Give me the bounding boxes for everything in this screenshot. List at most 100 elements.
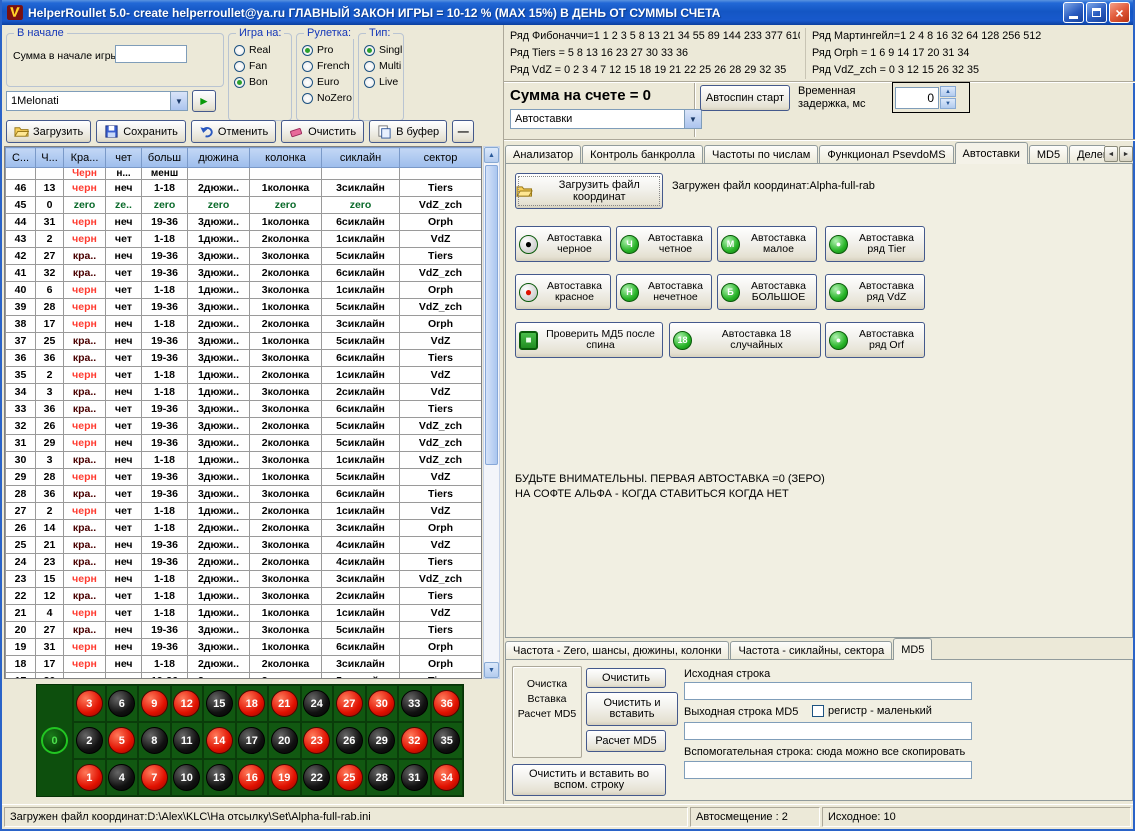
board-number-19[interactable]: 19 bbox=[271, 764, 298, 791]
lowercase-checkbox[interactable] bbox=[812, 705, 824, 717]
helper-string-input[interactable] bbox=[684, 761, 972, 779]
board-number-18[interactable]: 18 bbox=[238, 690, 265, 717]
board-number-7[interactable]: 7 bbox=[141, 764, 168, 791]
autobet-even-button[interactable]: Ч Автоставка четное bbox=[616, 226, 712, 262]
board-number-21[interactable]: 21 bbox=[271, 690, 298, 717]
column-header[interactable]: Кра... bbox=[64, 148, 106, 168]
tab-freq-zero-chances[interactable]: Частота - Zero, шансы, дюжины, колонки bbox=[505, 641, 729, 660]
board-number-20[interactable]: 20 bbox=[271, 727, 298, 754]
tab-md5[interactable]: MD5 bbox=[1029, 145, 1068, 164]
md5-clear-paste-helper-button[interactable]: Очистить и вставить во вспом. строку bbox=[512, 764, 666, 796]
autobet-tier-row-button[interactable]: ● Автоставка ряд Tier bbox=[825, 226, 925, 262]
board-number-17[interactable]: 17 bbox=[238, 727, 265, 754]
table-scrollbar[interactable]: ▲ ▼ bbox=[483, 146, 500, 679]
minimize-button[interactable] bbox=[1063, 2, 1084, 23]
board-number-13[interactable]: 13 bbox=[206, 764, 233, 791]
md5-calc-button[interactable]: Расчет MD5 bbox=[586, 730, 666, 752]
column-header[interactable]: чет bbox=[106, 148, 142, 168]
delay-value[interactable]: 0 bbox=[895, 87, 939, 109]
board-number-8[interactable]: 8 bbox=[141, 727, 168, 754]
tab-psevdoms[interactable]: Функционал PsevdoMS bbox=[819, 145, 953, 164]
table-kind-option[interactable]: Live bbox=[364, 76, 398, 88]
undo-button[interactable]: Отменить bbox=[191, 120, 276, 143]
copy-to-buffer-button[interactable]: В буфер bbox=[369, 120, 447, 143]
board-number-9[interactable]: 9 bbox=[141, 690, 168, 717]
tab-bankroll-control[interactable]: Контроль банкролла bbox=[582, 145, 703, 164]
board-number-14[interactable]: 14 bbox=[206, 727, 233, 754]
roulette-type-option[interactable]: Euro bbox=[302, 76, 348, 88]
strategy-combo[interactable]: 1Melonati ▼ bbox=[6, 91, 188, 111]
output-string-input[interactable] bbox=[684, 722, 972, 740]
save-button[interactable]: Сохранить bbox=[96, 120, 186, 143]
autobet-red-button[interactable]: ● Автоставка красное bbox=[515, 274, 611, 310]
start-sum-input[interactable] bbox=[115, 45, 187, 63]
board-number-24[interactable]: 24 bbox=[303, 690, 330, 717]
column-header[interactable]: колонка bbox=[250, 148, 322, 168]
tab-autobets[interactable]: Автоставки bbox=[955, 142, 1028, 164]
play-button[interactable]: ► bbox=[192, 90, 216, 112]
autobet-vdz-row-button[interactable]: ● Автоставка ряд VdZ bbox=[825, 274, 925, 310]
maximize-button[interactable] bbox=[1086, 2, 1107, 23]
autobet-big-button[interactable]: Б Автоставка БОЛЬШОЕ bbox=[717, 274, 817, 310]
md5-clear-button[interactable]: Очистить bbox=[586, 668, 666, 688]
chevron-down-icon[interactable]: ▼ bbox=[170, 92, 187, 110]
tab-scroll-left-icon[interactable]: ◄ bbox=[1104, 146, 1118, 162]
board-number-5[interactable]: 5 bbox=[108, 727, 135, 754]
tab-analizator[interactable]: Анализатор bbox=[505, 145, 581, 164]
board-number-36[interactable]: 36 bbox=[433, 690, 460, 717]
source-string-input[interactable] bbox=[684, 682, 972, 700]
spinner-up-icon[interactable]: ▲ bbox=[940, 86, 956, 97]
board-number-25[interactable]: 25 bbox=[336, 764, 363, 791]
tab-md5-bottom[interactable]: MD5 bbox=[893, 638, 932, 660]
board-number-22[interactable]: 22 bbox=[303, 764, 330, 791]
autobets-combo[interactable]: Автоставки ▼ bbox=[510, 109, 702, 129]
board-number-33[interactable]: 33 bbox=[401, 690, 428, 717]
tab-freq-sixlines-sectors[interactable]: Частота - сиклайны, сектора bbox=[730, 641, 892, 660]
column-header[interactable]: С... bbox=[6, 148, 36, 168]
board-number-35[interactable]: 35 bbox=[433, 727, 460, 754]
board-number-0[interactable]: 0 bbox=[41, 727, 68, 754]
board-number-11[interactable]: 11 bbox=[173, 727, 200, 754]
close-button[interactable]: × bbox=[1109, 2, 1130, 23]
board-number-1[interactable]: 1 bbox=[76, 764, 103, 791]
table-kind-option[interactable]: Multi bbox=[364, 60, 398, 72]
spinner-down-icon[interactable]: ▼ bbox=[940, 98, 956, 109]
board-number-27[interactable]: 27 bbox=[336, 690, 363, 717]
game-mode-option[interactable]: Real bbox=[234, 44, 286, 56]
board-number-15[interactable]: 15 bbox=[206, 690, 233, 717]
column-header[interactable]: дюжина bbox=[188, 148, 250, 168]
board-number-30[interactable]: 30 bbox=[368, 690, 395, 717]
board-number-4[interactable]: 4 bbox=[108, 764, 135, 791]
board-number-16[interactable]: 16 bbox=[238, 764, 265, 791]
board-number-23[interactable]: 23 bbox=[303, 727, 330, 754]
autospin-start-button[interactable]: Автоспин старт bbox=[700, 85, 790, 111]
tab-scroll-right-icon[interactable]: ► bbox=[1119, 146, 1133, 162]
board-number-34[interactable]: 34 bbox=[433, 764, 460, 791]
board-number-12[interactable]: 12 bbox=[173, 690, 200, 717]
tab-number-frequencies[interactable]: Частоты по числам bbox=[704, 145, 818, 164]
autobet-odd-button[interactable]: Н Автоставка нечетное bbox=[616, 274, 712, 310]
board-number-26[interactable]: 26 bbox=[336, 727, 363, 754]
roulette-type-option[interactable]: French bbox=[302, 60, 348, 72]
game-mode-option[interactable]: Fan bbox=[234, 60, 286, 72]
autobet-black-button[interactable]: ● Автоставка черное bbox=[515, 226, 611, 262]
board-number-28[interactable]: 28 bbox=[368, 764, 395, 791]
roulette-type-option[interactable]: NoZero bbox=[302, 92, 348, 104]
collapse-button[interactable]: — bbox=[452, 120, 474, 143]
check-md5-after-spin-button[interactable]: ■ Проверить МД5 после спина bbox=[515, 322, 663, 358]
md5-clear-paste-button[interactable]: Очистить и вставить bbox=[586, 692, 678, 726]
scroll-down-icon[interactable]: ▼ bbox=[484, 662, 499, 678]
board-number-3[interactable]: 3 bbox=[76, 690, 103, 717]
board-zero-cell[interactable]: 0 bbox=[37, 685, 73, 796]
scroll-up-icon[interactable]: ▲ bbox=[484, 147, 499, 163]
autobet-small-button[interactable]: М Автоставка малое bbox=[717, 226, 817, 262]
autobet-18-random-button[interactable]: 18 Автоставка 18 случайных bbox=[669, 322, 821, 358]
column-header[interactable]: сиклайн bbox=[322, 148, 400, 168]
tab-division[interactable]: Делени bbox=[1069, 145, 1105, 164]
table-kind-option[interactable]: Singl bbox=[364, 44, 398, 56]
column-header[interactable]: сектор bbox=[400, 148, 482, 168]
roulette-type-option[interactable]: Pro bbox=[302, 44, 348, 56]
column-header[interactable]: больш bbox=[142, 148, 188, 168]
autobet-orf-row-button[interactable]: ● Автоставка ряд Orf bbox=[825, 322, 925, 358]
game-mode-option[interactable]: Bon bbox=[234, 76, 286, 88]
